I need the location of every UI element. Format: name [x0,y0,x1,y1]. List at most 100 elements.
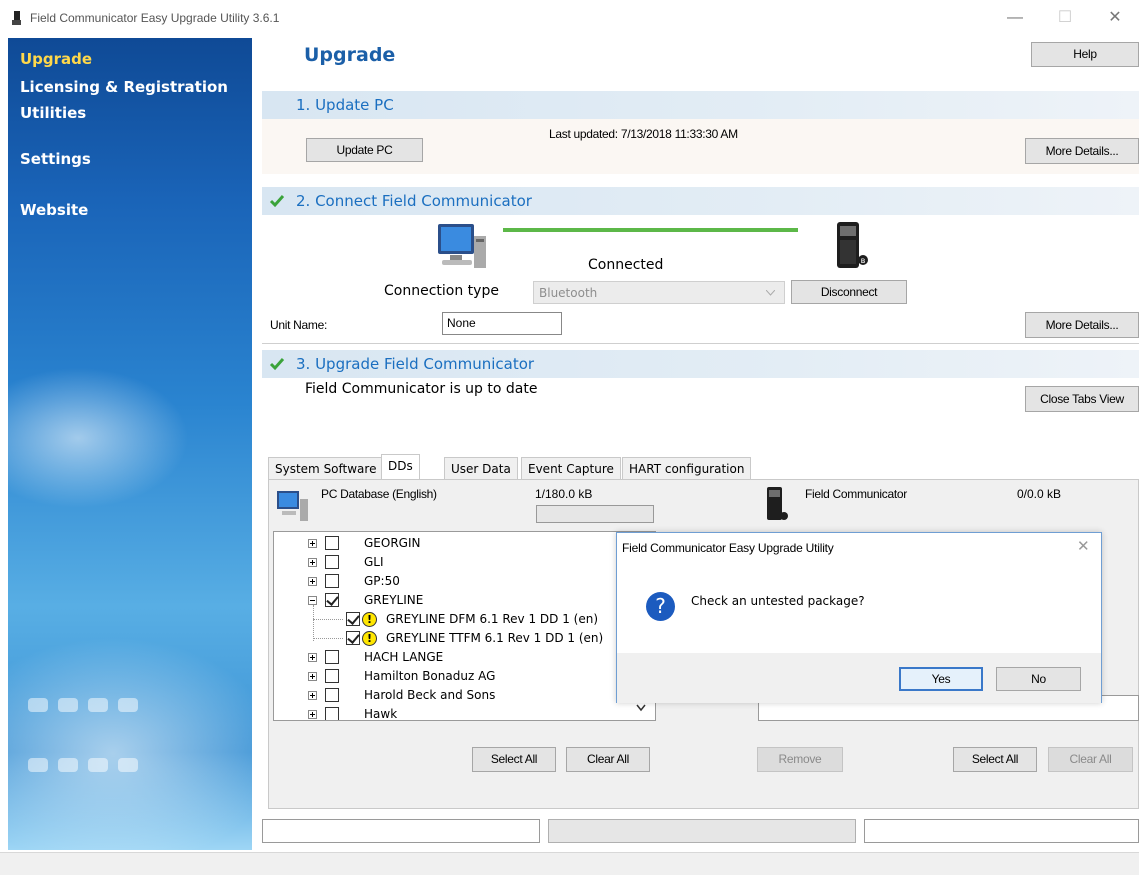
upgrade-status-text: Field Communicator is up to date [305,381,538,397]
maximize-button[interactable]: ☐ [1045,6,1085,30]
no-button[interactable]: No [996,667,1081,691]
tree-item-label: GREYLINE DFM 6.1 Rev 1 DD 1 (en) [386,612,598,626]
expand-icon[interactable] [308,558,317,567]
tree-item[interactable]: GREYLINE [306,592,546,611]
yes-button[interactable]: Yes [899,667,983,691]
chevron-down-icon[interactable] [636,704,646,712]
collapse-icon[interactable] [308,596,317,605]
last-updated-text: Last updated: 7/13/2018 11:33:30 AM [549,127,738,141]
window-titlebar: Field Communicator Easy Upgrade Utility … [0,0,1139,34]
expand-icon[interactable] [308,691,317,700]
sidebar-item-upgrade[interactable]: Upgrade [20,50,92,68]
dialog-close-button[interactable]: ✕ [1077,537,1090,555]
checkmark-icon [269,358,285,371]
tree-item[interactable]: HACH LANGE [306,649,546,668]
connection-type-select[interactable]: Bluetooth [533,281,785,304]
remove-button[interactable]: Remove [757,747,843,772]
sidebar-decoration [28,698,138,718]
pc-database-label: PC Database (English) [321,487,437,501]
sidebar: Upgrade Licensing & Registration Utiliti… [8,38,252,850]
clear-all-pc-button[interactable]: Clear All [566,747,650,772]
tree-item-label: GP:50 [364,574,400,588]
tree-line [313,619,343,620]
disconnect-button[interactable]: Disconnect [791,280,907,304]
checkbox[interactable] [325,536,339,550]
tree-item-label: Harold Beck and Sons [364,688,496,702]
expand-icon[interactable] [308,710,317,719]
tab-user-data[interactable]: User Data [444,457,518,479]
expand-icon[interactable] [308,577,317,586]
tree-item[interactable]: Hawk [306,706,546,720]
checkmark-icon [269,195,285,208]
checkbox[interactable] [325,688,339,702]
checkbox[interactable] [325,669,339,683]
tree-item-label: GLI [364,555,384,569]
checkbox[interactable] [325,593,339,607]
tree-item-label: GREYLINE [364,593,424,607]
section-upgrade-header: 3. Upgrade Field Communicator [262,350,1139,378]
clear-all-fc-button[interactable]: Clear All [1048,747,1133,772]
tree-item-label: GEORGIN [364,536,421,550]
field-communicator-device-icon: ʙ [837,222,868,268]
tab-event-capture[interactable]: Event Capture [521,457,621,479]
select-all-fc-button[interactable]: Select All [953,747,1037,772]
section-title: 2. Connect Field Communicator [296,192,532,210]
pc-database-progress-bar [536,505,654,523]
update-pc-button[interactable]: Update PC [306,138,423,162]
expand-icon[interactable] [308,653,317,662]
tree-item[interactable]: GLI [306,554,546,573]
sidebar-item-licensing-registration[interactable]: Licensing & Registration [20,78,228,96]
checkbox[interactable] [325,650,339,664]
field-communicator-label: Field Communicator [805,487,907,501]
minimize-button[interactable]: — [995,6,1035,30]
checkbox[interactable] [325,707,339,720]
tree-item[interactable]: GEORGIN [306,535,546,554]
tree-item[interactable]: Harold Beck and Sons [306,687,546,706]
pc-computer-icon [438,224,486,268]
sidebar-item-website[interactable]: Website [20,201,88,219]
tab-hart-configuration[interactable]: HART configuration [622,457,752,479]
checkbox[interactable] [346,631,360,645]
tab-dds[interactable]: DDs [381,454,420,481]
select-all-pc-button[interactable]: Select All [472,747,556,772]
tree-item-label: Hawk [364,707,398,720]
close-tabs-view-button[interactable]: Close Tabs View [1025,386,1139,412]
svg-text:ʙ: ʙ [861,256,866,265]
help-button[interactable]: Help [1031,42,1139,67]
sidebar-decoration [28,758,138,778]
tree-item-child[interactable]: ! GREYLINE DFM 6.1 Rev 1 DD 1 (en) [306,605,616,641]
tree-item-child[interactable]: ! GREYLINE TTFM 6.1 Rev 1 DD 1 (en) [306,630,616,649]
pc-database-size: 1/180.0 kB [535,487,593,501]
more-details-unit-button[interactable]: More Details... [1025,312,1139,338]
checkbox[interactable] [346,612,360,626]
checkbox[interactable] [325,555,339,569]
connection-progress-bar [503,228,798,232]
more-details-pc-button[interactable]: More Details... [1025,138,1139,164]
connection-type-label: Connection type [384,283,499,299]
status-field [864,819,1139,843]
sidebar-item-settings[interactable]: Settings [20,150,91,168]
sidebar-glow [8,368,188,508]
tree-item[interactable]: Hamilton Bonaduz AG [306,668,546,687]
section-divider [262,343,1139,344]
sidebar-glow [8,638,252,850]
tree-item-label: HACH LANGE [364,650,444,664]
question-icon: ? [646,592,675,621]
window-title: Field Communicator Easy Upgrade Utility … [30,11,280,25]
sidebar-item-utilities[interactable]: Utilities [20,104,86,122]
window-status-bar [0,852,1139,875]
connection-type-value: Bluetooth [539,286,598,300]
warning-icon: ! [362,631,377,646]
section-title: 3. Upgrade Field Communicator [296,355,535,373]
expand-icon[interactable] [308,539,317,548]
close-window-button[interactable]: ✕ [1095,6,1135,30]
tree-item-label: Hamilton Bonaduz AG [364,669,496,683]
unit-name-field[interactable]: None [442,312,562,335]
section-update-pc-header: 1. Update PC [262,91,1139,119]
tree-item[interactable]: GP:50 [306,573,546,592]
status-field [262,819,540,843]
chevron-down-icon [766,290,775,296]
tab-system-software[interactable]: System Software [268,457,384,479]
checkbox[interactable] [325,574,339,588]
expand-icon[interactable] [308,672,317,681]
